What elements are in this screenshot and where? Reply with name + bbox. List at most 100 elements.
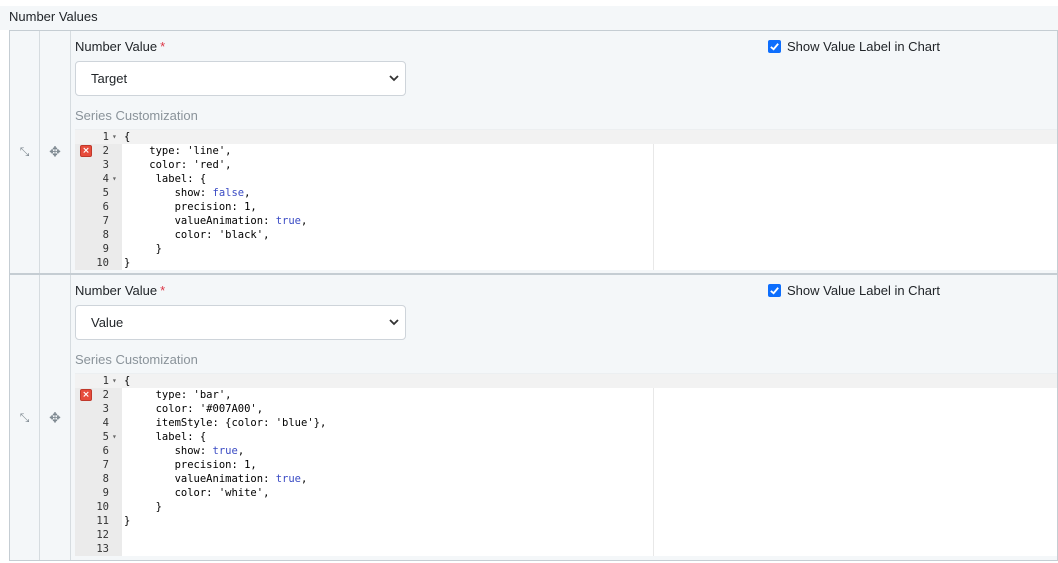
fold-arrow-icon[interactable]: ▾	[112, 130, 117, 144]
code-line: 5 show: false,	[75, 186, 1057, 200]
code-line: 10}	[75, 256, 1057, 270]
number-value-panel-1: ⤡ ✥ Number Value * Show Value Label in Ch…	[9, 30, 1058, 274]
show-value-label-checkbox[interactable]	[768, 40, 781, 53]
line-number: 4	[102, 417, 109, 429]
number-value-select[interactable]: Target	[75, 61, 406, 96]
code-line: 3 color: '#007A00',	[75, 402, 1057, 416]
series-customization-label: Series Customization	[75, 108, 198, 123]
line-number: 4	[102, 173, 109, 185]
section-title: Number Values	[0, 6, 1058, 30]
line-number: 3	[102, 159, 109, 171]
chevron-down-icon	[388, 306, 400, 352]
code-text: show: false,	[124, 187, 251, 199]
line-number: 13	[96, 543, 109, 555]
line-number: 10	[96, 501, 109, 513]
line-number: 8	[102, 473, 109, 485]
number-value-label-text: Number Value	[75, 283, 158, 298]
line-number: 10	[96, 257, 109, 269]
move-handle[interactable]: ✥	[40, 31, 71, 273]
code-line: 6 precision: 1,	[75, 200, 1057, 214]
show-value-label-checkbox-row[interactable]: Show Value Label in Chart	[768, 39, 940, 54]
show-value-label-text: Show Value Label in Chart	[787, 39, 940, 54]
code-text: }	[124, 257, 131, 269]
series-code-editor[interactable]: 1 ▾{× 2 type: 'line', 3 color: 'red', 4 ▾ lab…	[75, 129, 1057, 270]
fold-arrow-icon[interactable]: ▾	[112, 374, 117, 388]
code-line: 13	[75, 542, 1057, 556]
code-text: valueAnimation: true,	[124, 473, 308, 485]
code-line: 8 valueAnimation: true,	[75, 472, 1057, 486]
number-value-panel-2: ⤡ ✥ Number Value * Show Value Label in Ch…	[9, 274, 1058, 561]
code-line: 4 itemStyle: {color: 'blue'},	[75, 416, 1057, 430]
code-line: 7 precision: 1,	[75, 458, 1057, 472]
number-value-label-text: Number Value	[75, 39, 158, 54]
code-line: 5 ▾ label: {	[75, 430, 1057, 444]
line-number: 7	[102, 459, 109, 471]
code-line: 9 }	[75, 242, 1057, 256]
code-line: 9 color: 'white',	[75, 486, 1057, 500]
chevron-down-icon	[388, 62, 400, 108]
show-value-label-checkbox[interactable]	[768, 284, 781, 297]
move-arrows-icon: ✥	[49, 143, 61, 160]
show-value-label-text: Show Value Label in Chart	[787, 283, 940, 298]
code-text: {	[124, 375, 131, 387]
move-handle[interactable]: ✥	[40, 275, 71, 560]
checkmark-icon	[770, 287, 779, 295]
fold-arrow-icon[interactable]: ▾	[112, 430, 117, 444]
line-number: 6	[102, 201, 109, 213]
code-line: 10 }	[75, 500, 1057, 514]
code-text: color: '#007A00',	[124, 403, 264, 415]
code-line: 8 color: 'black',	[75, 228, 1057, 242]
code-line: 7 valueAnimation: true,	[75, 214, 1057, 228]
line-number: 8	[102, 229, 109, 241]
series-customization-label: Series Customization	[75, 352, 198, 367]
code-text: {	[124, 131, 131, 143]
code-text: }	[124, 501, 162, 513]
collapse-arrows-icon: ⤡	[19, 144, 30, 159]
line-number: 2	[102, 389, 109, 401]
code-text: }	[124, 243, 162, 255]
collapse-handle[interactable]: ⤡	[10, 275, 40, 560]
code-text: precision: 1,	[124, 459, 257, 471]
code-line: 12	[75, 528, 1057, 542]
line-number: 5	[102, 187, 109, 199]
code-text: color: 'black',	[124, 229, 270, 241]
move-arrows-icon: ✥	[49, 409, 61, 425]
line-number: 7	[102, 215, 109, 227]
code-text: color: 'white',	[124, 487, 270, 499]
code-text: }	[124, 515, 131, 527]
number-value-selected: Value	[91, 315, 124, 330]
line-number: 5	[102, 431, 109, 443]
required-mark: *	[160, 39, 166, 54]
required-mark: *	[160, 283, 166, 298]
line-number: 12	[96, 529, 109, 541]
line-number: 1	[102, 375, 109, 387]
code-line: 11}	[75, 514, 1057, 528]
number-value-select[interactable]: Value	[75, 305, 406, 340]
line-number: 1	[102, 131, 109, 143]
number-value-label: Number Value *	[75, 39, 165, 54]
code-text: precision: 1,	[124, 201, 257, 213]
line-number: 2	[102, 145, 109, 157]
number-value-selected: Target	[91, 71, 128, 86]
line-number: 6	[102, 445, 109, 457]
line-number: 9	[102, 487, 109, 499]
series-code-editor[interactable]: 1 ▾{× 2 type: 'bar', 3 color: '#007A00', 4 i…	[75, 373, 1057, 556]
code-text: type: 'line',	[124, 145, 232, 157]
code-text: itemStyle: {color: 'blue'},	[124, 417, 327, 429]
code-text: type: 'bar',	[124, 389, 232, 401]
show-value-label-checkbox-row[interactable]: Show Value Label in Chart	[768, 283, 940, 298]
code-line: × 2 type: 'line',	[75, 144, 1057, 158]
code-line: 4 ▾ label: {	[75, 172, 1057, 186]
code-text: label: {	[124, 173, 207, 185]
collapse-arrows-icon: ⤡	[19, 410, 30, 424]
checkmark-icon	[770, 43, 779, 51]
code-text: label: {	[124, 431, 207, 443]
collapse-handle[interactable]: ⤡	[10, 31, 40, 273]
code-line: 1 ▾ {	[75, 374, 1057, 388]
code-line: × 2 type: 'bar',	[75, 388, 1057, 402]
fold-arrow-icon[interactable]: ▾	[112, 172, 117, 186]
line-number: 11	[96, 515, 109, 527]
code-text: color: 'red',	[124, 159, 232, 171]
code-line: 1 ▾ {	[75, 130, 1057, 144]
code-text: show: true,	[124, 445, 245, 457]
